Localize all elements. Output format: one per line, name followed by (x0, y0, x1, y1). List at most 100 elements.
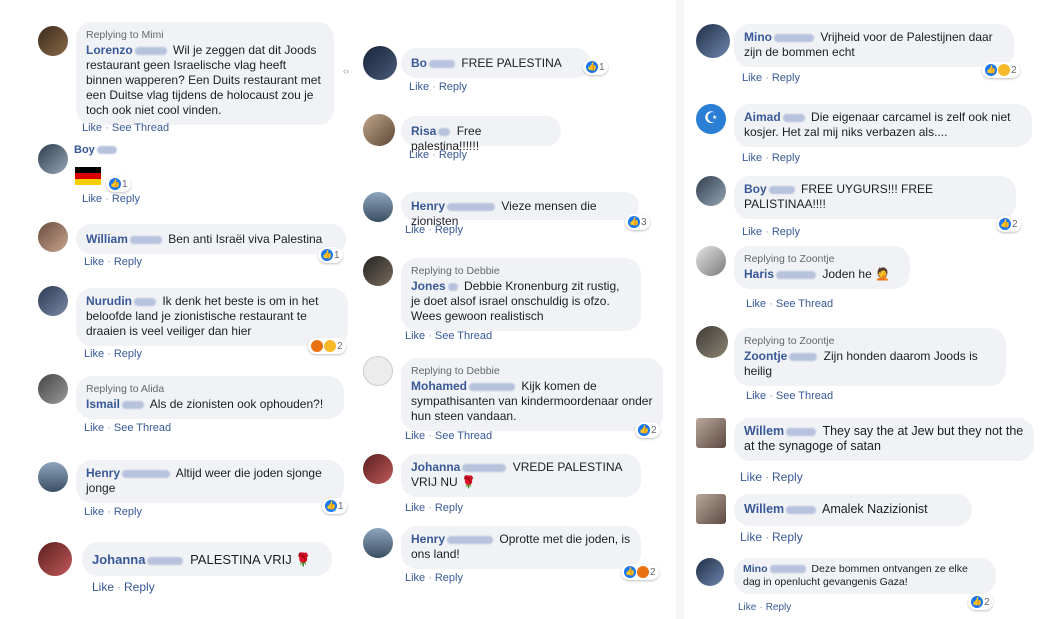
like-link[interactable]: Like (409, 149, 429, 161)
reaction-count[interactable]: 👍 2 (635, 422, 660, 438)
author-name[interactable]: Mino (744, 30, 817, 44)
see-thread-link[interactable]: See Thread (112, 122, 169, 134)
reply-link[interactable]: Reply (772, 470, 803, 484)
like-link[interactable]: Like (742, 152, 762, 164)
avatar[interactable] (696, 418, 726, 448)
author-name[interactable]: William (86, 232, 165, 246)
like-link[interactable]: Like (84, 348, 104, 360)
like-link[interactable]: Like (405, 572, 425, 584)
avatar[interactable] (363, 192, 393, 222)
reply-link[interactable]: Reply (772, 152, 800, 164)
see-thread-link[interactable]: See Thread (776, 298, 833, 310)
avatar[interactable] (696, 176, 726, 206)
see-thread-link[interactable]: See Thread (776, 390, 833, 402)
author-name[interactable]: Mino (743, 563, 809, 575)
author-name[interactable]: Bo (411, 56, 458, 70)
reply-link[interactable]: Reply (772, 530, 803, 544)
reply-link[interactable]: Reply (124, 580, 155, 594)
like-link[interactable]: Like (82, 193, 102, 205)
reply-link[interactable]: Reply (114, 348, 142, 360)
author-name[interactable]: Aimad (744, 110, 808, 124)
author-name[interactable]: Lorenzo (86, 43, 170, 57)
see-thread-link[interactable]: See Thread (435, 430, 492, 442)
like-link[interactable]: Like (405, 224, 425, 236)
reaction-count[interactable]: 👍 1 (322, 498, 347, 514)
like-link[interactable]: Like (405, 502, 425, 514)
author-name[interactable]: Boy (74, 144, 120, 156)
avatar[interactable] (696, 558, 724, 586)
author-name[interactable]: Nurudin (86, 294, 159, 308)
author-name[interactable]: Henry (86, 466, 173, 480)
avatar[interactable] (363, 256, 393, 286)
avatar[interactable] (38, 26, 68, 56)
like-link[interactable]: Like (746, 298, 766, 310)
author-name[interactable]: Willem (744, 502, 819, 516)
avatar[interactable] (38, 542, 72, 576)
author-name[interactable]: Johanna (92, 552, 186, 567)
like-link[interactable]: Like (746, 390, 766, 402)
reply-link[interactable]: Reply (114, 506, 142, 518)
see-thread-link[interactable]: See Thread (114, 422, 171, 434)
author-name[interactable]: Jones (411, 279, 461, 293)
like-link[interactable]: Like (84, 256, 104, 268)
reaction-count[interactable]: 👍 3 (625, 214, 650, 230)
reply-link[interactable]: Reply (772, 72, 800, 84)
reply-link[interactable]: Reply (772, 226, 800, 238)
reaction-count[interactable]: 👍 2 (621, 564, 659, 580)
avatar[interactable] (38, 462, 68, 492)
author-name[interactable]: Henry (411, 199, 498, 213)
reply-link[interactable]: Reply (439, 81, 467, 93)
avatar[interactable] (696, 326, 728, 358)
like-link[interactable]: Like (740, 530, 762, 544)
reply-link[interactable]: Reply (112, 193, 140, 205)
reaction-count[interactable]: 2 (308, 338, 346, 354)
reply-link[interactable]: Reply (435, 224, 463, 236)
avatar[interactable] (696, 24, 730, 58)
author-name[interactable]: Johanna (411, 460, 509, 474)
like-link[interactable]: Like (92, 580, 114, 594)
crescent-logo-icon[interactable]: ☪ (696, 104, 726, 134)
reply-link[interactable]: Reply (439, 149, 467, 161)
avatar[interactable] (363, 356, 393, 386)
reply-link[interactable]: Reply (766, 602, 792, 613)
avatar[interactable] (38, 374, 68, 404)
like-link[interactable]: Like (84, 422, 104, 434)
reaction-count[interactable]: 👍 2 (982, 62, 1020, 78)
like-link[interactable]: Like (738, 602, 756, 613)
avatar[interactable] (38, 222, 68, 252)
avatar[interactable] (363, 528, 393, 558)
see-thread-link[interactable]: See Thread (435, 330, 492, 342)
author-name[interactable]: Willem (744, 424, 819, 438)
reply-link[interactable]: Reply (435, 502, 463, 514)
like-link[interactable]: Like (742, 226, 762, 238)
like-link[interactable]: Like (740, 470, 762, 484)
reaction-count[interactable]: 👍 1 (583, 59, 608, 75)
reply-link[interactable]: Reply (114, 256, 142, 268)
reaction-count[interactable]: 👍 1 (318, 247, 343, 263)
reaction-count[interactable]: 👍 2 (968, 594, 993, 610)
like-link[interactable]: Like (409, 81, 429, 93)
avatar[interactable] (696, 494, 726, 524)
avatar[interactable] (38, 144, 68, 174)
avatar[interactable] (696, 246, 726, 276)
author-name[interactable]: Boy (744, 182, 798, 196)
avatar[interactable] (363, 114, 395, 146)
author-name[interactable]: Haris (744, 267, 819, 281)
reaction-count[interactable]: 👍 1 (106, 176, 131, 192)
like-link[interactable]: Like (84, 506, 104, 518)
like-link[interactable]: Like (742, 72, 762, 84)
author-name[interactable]: Ismail (86, 397, 147, 411)
like-link[interactable]: Like (82, 122, 102, 134)
author-name[interactable]: Risa (411, 124, 453, 138)
avatar[interactable] (363, 46, 397, 80)
author-name[interactable]: Zoontje (744, 349, 820, 363)
reaction-count[interactable]: 👍 2 (996, 216, 1021, 232)
like-link[interactable]: Like (405, 330, 425, 342)
author-name[interactable]: Henry (411, 532, 496, 546)
author-name[interactable]: Mohamed (411, 379, 518, 393)
avatar[interactable] (363, 454, 393, 484)
like-link[interactable]: Like (405, 430, 425, 442)
avatar[interactable] (38, 286, 68, 316)
comment-bubble: Replying to Zoontje Haris Joden he 🤦 (734, 246, 910, 289)
reply-link[interactable]: Reply (435, 572, 463, 584)
